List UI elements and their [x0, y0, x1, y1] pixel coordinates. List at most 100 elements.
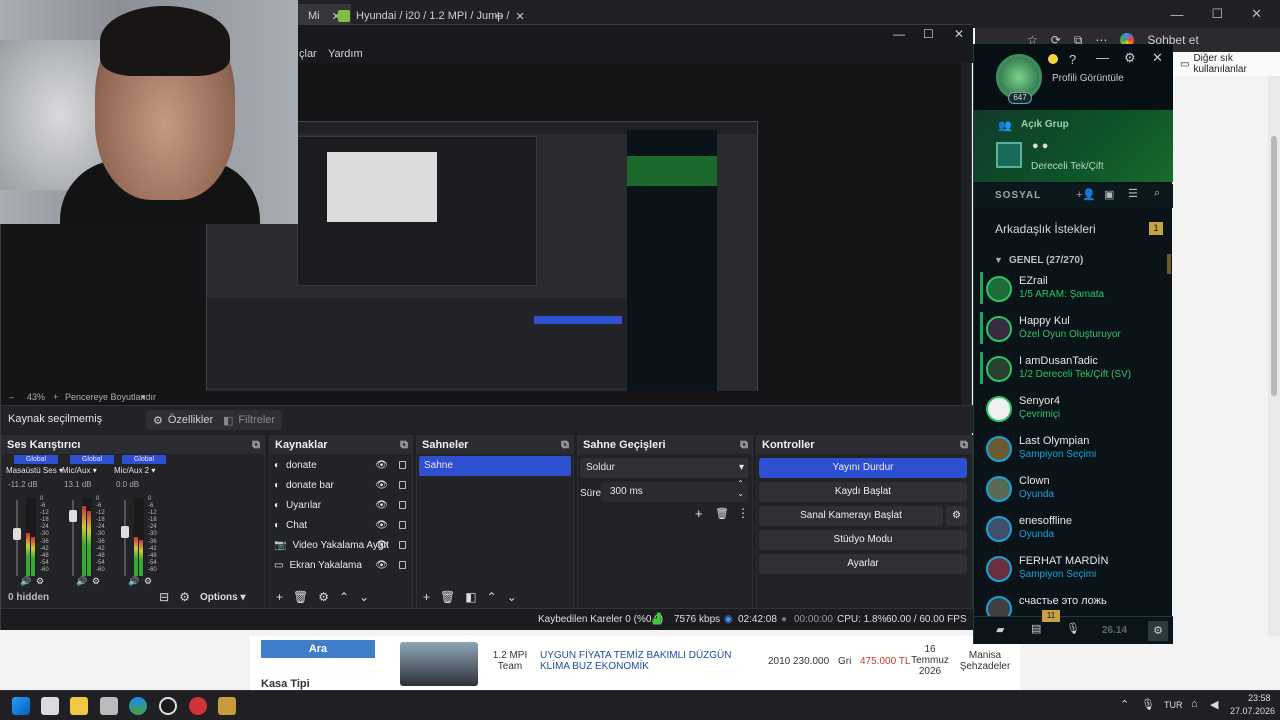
- properties-button[interactable]: ⚙ Özellikler: [146, 410, 221, 430]
- eye-icon[interactable]: 👁: [375, 500, 388, 511]
- source-item[interactable]: ◐ donate 👁: [270, 455, 412, 475]
- friend-item[interactable]: Happy Kul Özel Oyun Oluşturuyor: [980, 312, 1166, 352]
- volume-slider-handle[interactable]: [121, 526, 129, 538]
- league-icon[interactable]: [189, 697, 207, 715]
- volume-slider-track[interactable]: [13, 500, 21, 576]
- close-icon[interactable]: ✕: [515, 10, 524, 23]
- maximize-button[interactable]: ☐: [1211, 6, 1223, 22]
- lock-icon[interactable]: [399, 461, 406, 469]
- car-thumbnail[interactable]: [400, 642, 478, 686]
- chevron-down-icon[interactable]: ▾: [141, 392, 146, 403]
- add-scene-button[interactable]: +: [423, 590, 430, 604]
- chevron-up-icon[interactable]: ⌃: [1120, 698, 1129, 711]
- lock-icon[interactable]: [399, 501, 406, 509]
- minimize-button[interactable]: —: [1096, 50, 1109, 65]
- source-item[interactable]: ◐ donate bar 👁: [270, 475, 412, 495]
- scene-item[interactable]: Sahne: [419, 456, 571, 476]
- volume-slider-track[interactable]: [69, 500, 77, 576]
- collection-icon[interactable]: ▤: [1031, 622, 1041, 635]
- gear-icon[interactable]: ⚙: [1124, 50, 1136, 66]
- friend-item[interactable]: FERHAT MARDİN Şampiyon Seçimi: [980, 552, 1166, 592]
- general-group-header[interactable]: ▼ GENEL (27/270): [974, 250, 1173, 272]
- popout-icon[interactable]: ⧉: [960, 436, 968, 454]
- move-up-icon[interactable]: ⌃: [487, 590, 497, 604]
- help-button[interactable]: ?: [1069, 52, 1076, 67]
- browser-scrollbar[interactable]: [1268, 76, 1280, 636]
- move-down-icon[interactable]: ⌄: [507, 590, 517, 604]
- menu-item-tools[interactable]: çlar: [299, 48, 317, 60]
- lock-icon[interactable]: [399, 541, 406, 549]
- volume-slider-handle[interactable]: [69, 510, 77, 522]
- microphone-icon[interactable]: 🎙: [1141, 698, 1155, 711]
- obs-icon[interactable]: [159, 697, 177, 715]
- file-explorer-icon[interactable]: [70, 697, 88, 715]
- trash-icon[interactable]: 🗑: [440, 590, 455, 604]
- popout-icon[interactable]: ⧉: [400, 436, 408, 454]
- search-button[interactable]: Ara: [261, 640, 375, 658]
- lock-icon[interactable]: [399, 521, 406, 529]
- lock-icon[interactable]: [399, 481, 406, 489]
- eye-icon[interactable]: 👁: [375, 540, 388, 551]
- duration-spinbox[interactable]: 300 ms ⌃ ⌄: [601, 479, 748, 502]
- friend-item[interactable]: EZrail 1/5 ARAM: Şamata: [980, 272, 1166, 312]
- trash-icon[interactable]: 🗑: [293, 590, 308, 604]
- bookmarks-folder[interactable]: Diğer sık kullanılanlar: [1193, 53, 1280, 75]
- scrollbar-thumb[interactable]: [1271, 136, 1277, 396]
- eye-icon[interactable]: 👁: [375, 460, 388, 471]
- friend-item[interactable]: счастье это ложь: [980, 592, 1166, 616]
- gear-icon[interactable]: ⚙: [318, 590, 329, 604]
- channel-name-dropdown[interactable]: Mic/Aux ▾: [62, 466, 97, 475]
- clock-time[interactable]: 23:58: [1248, 693, 1271, 703]
- popout-icon[interactable]: ⧉: [740, 436, 748, 454]
- source-item[interactable]: ◐ Uyarılar 👁: [270, 495, 412, 515]
- options-button[interactable]: Options ▾: [200, 592, 246, 603]
- more-icon[interactable]: ⋮: [737, 506, 749, 520]
- riot-icon[interactable]: [218, 697, 236, 715]
- zoom-in-button[interactable]: +: [53, 392, 58, 402]
- friend-item[interactable]: Senyor4 Çevrimiçi: [980, 392, 1166, 432]
- source-item[interactable]: ▭ Ekran Yakalama 👁: [270, 555, 412, 575]
- eye-icon[interactable]: 👁: [375, 560, 388, 571]
- gear-icon[interactable]: ⚙: [946, 506, 967, 526]
- minimize-button[interactable]: —: [893, 27, 905, 41]
- settings-button[interactable]: Ayarlar: [759, 554, 967, 574]
- friend-item[interactable]: I amDusanTadic 1/2 Dereceli Tek/Çift (SV): [980, 352, 1166, 392]
- clock-date[interactable]: 27.07.2026: [1230, 706, 1275, 716]
- add-folder-icon[interactable]: ▣: [1104, 188, 1114, 201]
- move-up-icon[interactable]: ⌃: [339, 590, 349, 604]
- language-indicator[interactable]: TUR: [1164, 700, 1183, 710]
- list-icon[interactable]: ☰: [1128, 187, 1138, 200]
- store-icon[interactable]: [100, 697, 118, 715]
- close-button[interactable]: ✕: [954, 27, 964, 41]
- lock-icon[interactable]: [399, 561, 406, 569]
- source-item[interactable]: 📷 Video Yakalama Aygıt 👁: [270, 535, 412, 555]
- filter-icon[interactable]: ◧: [465, 590, 476, 604]
- channel-name-dropdown[interactable]: Masaüstü Ses ▾: [6, 466, 63, 475]
- layout-icon[interactable]: ⊟: [159, 590, 169, 604]
- virtual-camera-button[interactable]: Sanal Kamerayı Başlat: [759, 506, 943, 526]
- task-view-icon[interactable]: [41, 697, 59, 715]
- network-icon[interactable]: ⌂: [1191, 698, 1198, 710]
- eye-icon[interactable]: 👁: [375, 520, 388, 531]
- studio-mode-button[interactable]: Stüdyo Modu: [759, 530, 967, 550]
- source-item[interactable]: ◐ Chat 👁: [270, 515, 412, 535]
- volume-slider-handle[interactable]: [13, 528, 21, 540]
- search-icon[interactable]: ⌕: [1154, 187, 1160, 200]
- channel-name-dropdown[interactable]: Mic/Aux 2 ▾: [114, 466, 155, 475]
- volume-slider-track[interactable]: [121, 500, 129, 576]
- popout-icon[interactable]: ⧉: [561, 436, 569, 454]
- menu-item-help[interactable]: Yardım: [328, 48, 363, 60]
- friend-item[interactable]: enesoffline Oyunda: [980, 512, 1166, 552]
- move-down-icon[interactable]: ⌄: [359, 590, 369, 604]
- start-icon[interactable]: [12, 697, 30, 715]
- add-source-button[interactable]: +: [276, 590, 283, 604]
- listing-title[interactable]: UYGUN FİYATA TEMİZ BAKIMLI DÜZGÜN KLİMA …: [540, 650, 750, 672]
- friend-item[interactable]: Clown Oyunda: [980, 472, 1166, 512]
- transition-select[interactable]: Soldur ▾: [580, 458, 748, 478]
- close-button[interactable]: ✕: [1152, 50, 1163, 66]
- chat-icon[interactable]: ▰: [996, 623, 1004, 636]
- close-button[interactable]: ✕: [1251, 6, 1262, 22]
- trash-icon[interactable]: 🗑: [715, 507, 729, 520]
- advanced-audio-icon[interactable]: ⚙: [179, 590, 190, 604]
- zoom-out-button[interactable]: –: [9, 392, 14, 402]
